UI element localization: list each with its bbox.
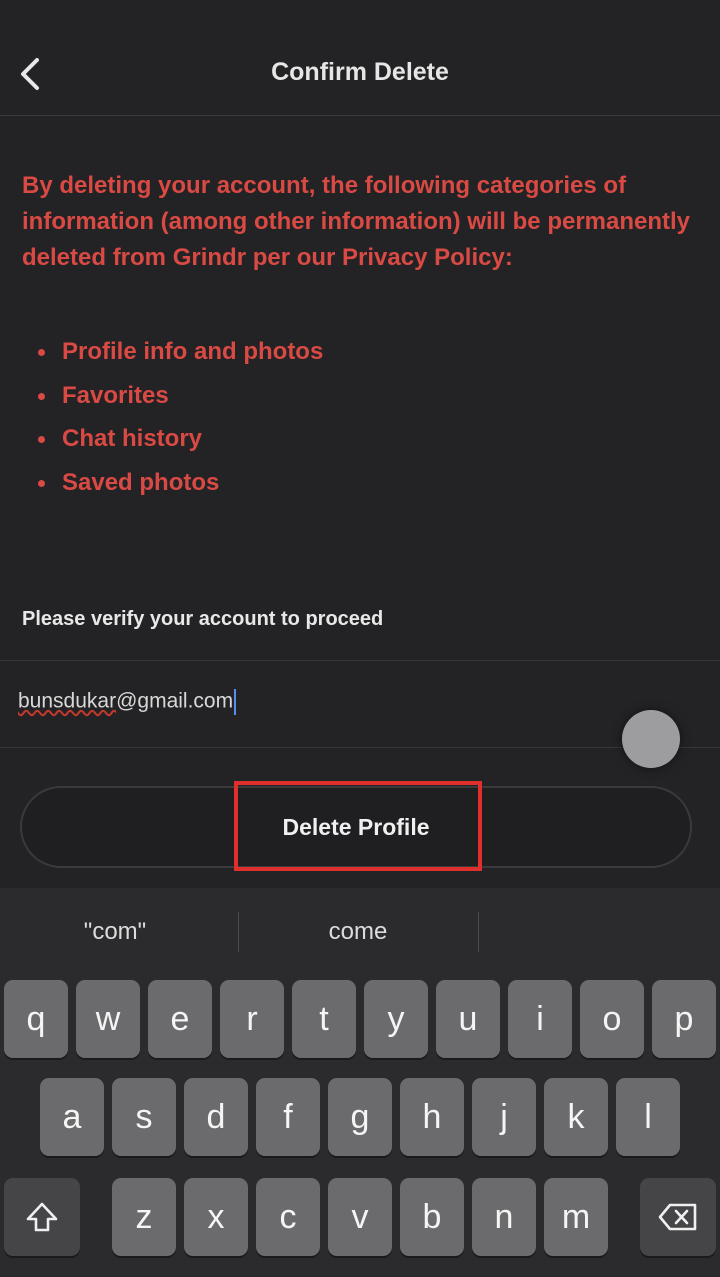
key-w[interactable]: w: [76, 980, 140, 1058]
key-z[interactable]: z: [112, 1178, 176, 1256]
backspace-icon: [658, 1203, 697, 1231]
key-n[interactable]: n: [472, 1178, 536, 1256]
shift-key[interactable]: [4, 1178, 80, 1256]
suggestion-item[interactable]: come: [258, 918, 458, 946]
assistive-touch-button[interactable]: [622, 710, 680, 768]
email-value: bunsdukar@gmail.com: [18, 689, 237, 715]
key-v[interactable]: v: [328, 1178, 392, 1256]
key-j[interactable]: j: [472, 1078, 536, 1156]
deletion-warning: By deleting your account, the following …: [22, 172, 691, 271]
email-field[interactable]: bunsdukar@gmail.com: [0, 660, 720, 748]
key-t[interactable]: t: [292, 980, 356, 1058]
delete-profile-button[interactable]: Delete Profile: [20, 786, 692, 868]
key-b[interactable]: b: [400, 1178, 464, 1256]
key-k[interactable]: k: [544, 1078, 608, 1156]
key-u[interactable]: u: [436, 980, 500, 1058]
key-r[interactable]: r: [220, 980, 284, 1058]
key-e[interactable]: e: [148, 980, 212, 1058]
key-f[interactable]: f: [256, 1078, 320, 1156]
shift-icon: [26, 1202, 58, 1232]
keyboard: "com" come qwertyuiop asdfghjkl zxcvbnm: [0, 888, 720, 1277]
verify-prompt: Please verify your account to proceed: [22, 608, 384, 630]
key-o[interactable]: o: [580, 980, 644, 1058]
delete-profile-label: Delete Profile: [282, 813, 430, 840]
deleted-categories-list: Profile info and photos Favorites Chat h…: [38, 333, 323, 507]
page-title: Confirm Delete: [271, 58, 449, 86]
suggestion-divider: [238, 912, 239, 952]
key-d[interactable]: d: [184, 1078, 248, 1156]
email-domain: @gmail.com: [116, 689, 234, 713]
key-q[interactable]: q: [4, 980, 68, 1058]
list-item: Favorites: [38, 377, 323, 421]
suggestion-bar: "com" come: [0, 888, 720, 974]
list-item: Chat history: [38, 420, 323, 464]
key-y[interactable]: y: [364, 980, 428, 1058]
backspace-key[interactable]: [640, 1178, 716, 1256]
text-caret: [234, 689, 237, 715]
email-username: bunsdukar: [18, 689, 117, 713]
key-m[interactable]: m: [544, 1178, 608, 1256]
header-bar: Confirm Delete: [0, 0, 720, 116]
list-item: Saved photos: [38, 464, 323, 508]
key-s[interactable]: s: [112, 1078, 176, 1156]
key-c[interactable]: c: [256, 1178, 320, 1256]
key-h[interactable]: h: [400, 1078, 464, 1156]
key-g[interactable]: g: [328, 1078, 392, 1156]
key-x[interactable]: x: [184, 1178, 248, 1256]
key-a[interactable]: a: [40, 1078, 104, 1156]
key-l[interactable]: l: [616, 1078, 680, 1156]
key-i[interactable]: i: [508, 980, 572, 1058]
suggestion-item[interactable]: "com": [15, 918, 215, 946]
key-p[interactable]: p: [652, 980, 716, 1058]
list-item: Profile info and photos: [38, 333, 323, 377]
suggestion-divider: [478, 912, 479, 952]
